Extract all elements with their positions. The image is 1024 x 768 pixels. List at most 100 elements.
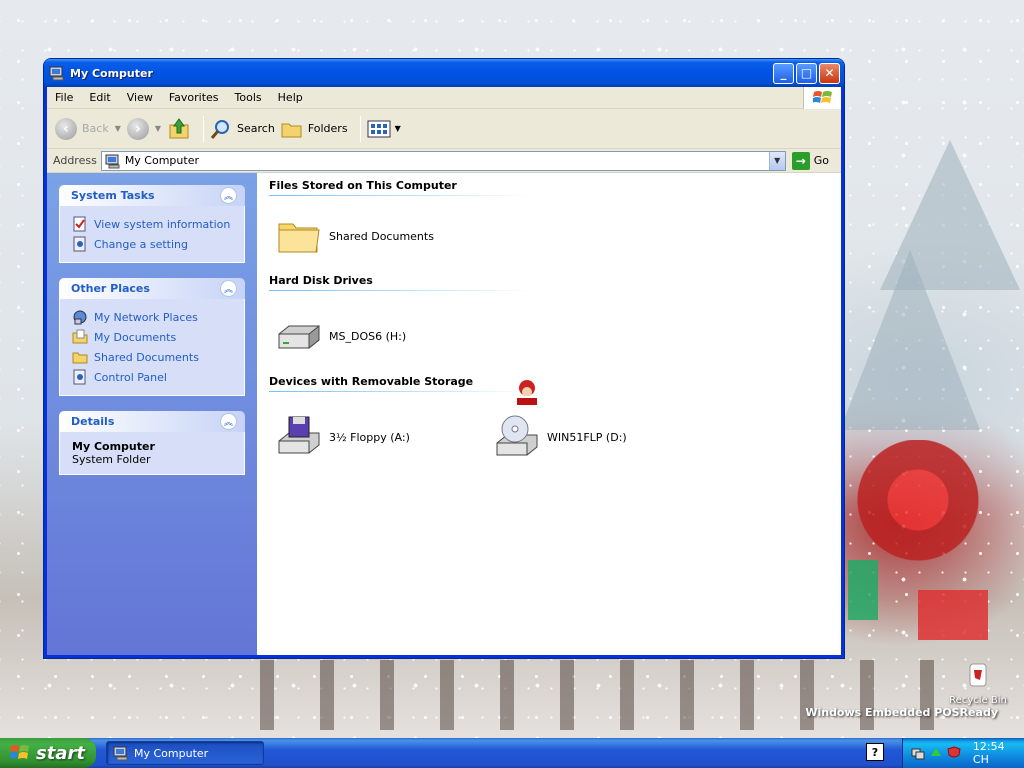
title-bar[interactable]: My Computer _ □ ✕ [44, 59, 844, 87]
address-value: My Computer [124, 154, 199, 167]
security-shield-icon[interactable] [947, 746, 961, 760]
clock[interactable]: 12:54 CH [973, 740, 1024, 766]
folders-icon [281, 123, 302, 137]
my-documents-icon [72, 329, 88, 344]
details-title: Details [71, 415, 115, 428]
wallpaper-santa [848, 440, 988, 640]
item-ms-dos6-drive[interactable]: MS_DOS6 (H:) [275, 312, 493, 360]
up-button[interactable] [167, 117, 191, 141]
menu-view[interactable]: View [119, 91, 161, 104]
address-field[interactable]: My Computer ▼ [100, 150, 786, 171]
folder-icon [72, 352, 88, 364]
maximize-button[interactable]: □ [796, 62, 817, 84]
back-button[interactable]: ‹ Back ▼ [55, 117, 121, 140]
task-label: View system information [94, 217, 231, 231]
group-items: Shared Documents [269, 204, 829, 268]
go-button[interactable]: → Go [791, 151, 829, 170]
my-computer-icon [105, 154, 120, 168]
other-places-body: My Network Places My Documents Shared Do… [59, 299, 245, 396]
item-win51flp-d[interactable]: WIN51FLP (D:) [493, 413, 711, 461]
other-places-panel: Other Places ︽ My Network Places My Docu… [59, 278, 245, 396]
search-label: Search [237, 122, 275, 135]
maximize-icon: □ [800, 66, 813, 80]
item-floppy-a[interactable]: 3½ Floppy (A:) [275, 413, 493, 461]
menu-favorites[interactable]: Favorites [161, 91, 227, 104]
forward-button[interactable]: › ▼ [126, 117, 161, 140]
details-item-type: System Folder [72, 453, 151, 466]
system-tasks-title: System Tasks [71, 189, 155, 202]
menu-tools[interactable]: Tools [227, 91, 270, 104]
control-panel-icon [73, 369, 86, 385]
task-pane: System Tasks ︽ View system information C… [47, 173, 257, 655]
search-icon [210, 119, 230, 139]
group-header-files-stored: Files Stored on This Computer [269, 179, 457, 192]
start-button[interactable]: start [0, 738, 96, 768]
group-divider [269, 290, 534, 291]
menu-edit[interactable]: Edit [81, 91, 118, 104]
search-button[interactable]: Search [210, 118, 275, 140]
go-arrow-icon: → [791, 151, 810, 170]
other-places-title: Other Places [71, 282, 150, 295]
details-header[interactable]: Details ︽ [59, 411, 245, 432]
wallpaper-sleigh [260, 660, 960, 730]
task-change-a-setting[interactable]: Change a setting [72, 234, 232, 254]
task-view-system-information[interactable]: View system information [72, 214, 232, 234]
system-tasks-header[interactable]: System Tasks ︽ [59, 185, 245, 206]
address-label: Address [53, 154, 97, 167]
place-my-documents[interactable]: My Documents [72, 327, 232, 347]
recycle-bin-icon [969, 663, 987, 687]
menu-file[interactable]: File [47, 91, 81, 104]
close-icon: ✕ [824, 66, 835, 80]
windows-logo-icon [803, 87, 841, 109]
place-shared-documents[interactable]: Shared Documents [72, 347, 232, 367]
back-dropdown-icon[interactable]: ▼ [115, 124, 121, 133]
forward-dropdown-icon[interactable]: ▼ [155, 124, 161, 133]
help-icon[interactable]: ? [866, 743, 884, 761]
network-places-icon [73, 310, 87, 325]
views-button[interactable]: ▼ [367, 119, 401, 139]
taskbar-item-my-computer[interactable]: My Computer [106, 741, 264, 765]
recycle-bin-label: Recycle Bin [949, 695, 1007, 706]
hard-disk-icon [278, 324, 320, 350]
collapse-chevron-icon[interactable]: ︽ [220, 187, 237, 204]
safely-remove-icon[interactable] [929, 746, 943, 760]
place-label: My Documents [94, 330, 177, 344]
back-label: Back [82, 122, 109, 135]
cd-drive-icon [496, 415, 538, 456]
network-icon[interactable] [911, 746, 925, 760]
go-label: Go [813, 154, 829, 167]
start-label: start [36, 742, 85, 764]
place-label: Control Panel [94, 370, 167, 384]
group-items: MS_DOS6 (H:) [269, 299, 829, 373]
floppy-drive-icon [278, 416, 320, 454]
system-tray: 12:54 CH [902, 738, 1024, 768]
close-button[interactable]: ✕ [819, 62, 840, 84]
collapse-chevron-icon[interactable]: ︽ [220, 280, 237, 297]
views-icon [367, 120, 391, 137]
folders-button[interactable]: Folders [281, 118, 348, 140]
group-items: 3½ Floppy (A:) WIN51FLP (D:) [269, 400, 829, 474]
my-computer-window: My Computer _ □ ✕ File Edit View Favorit… [44, 59, 844, 658]
minimize-button[interactable]: _ [773, 62, 794, 84]
folders-label: Folders [307, 122, 348, 135]
address-dropdown-icon[interactable]: ▼ [768, 151, 785, 170]
taskbar-item-label: My Computer [134, 746, 209, 760]
toolbar-separator [359, 115, 361, 142]
standard-toolbar: ‹ Back ▼ › ▼ Search Folders ▼ [47, 109, 841, 149]
system-info-icon [73, 216, 86, 232]
recycle-bin-shortcut[interactable]: Recycle Bin [946, 658, 1010, 706]
collapse-chevron-icon[interactable]: ︽ [220, 413, 237, 430]
window-title: My Computer [70, 66, 153, 80]
file-list-pane[interactable]: Files Stored on This Computer Shared Doc… [257, 173, 841, 655]
up-folder-icon [169, 117, 189, 138]
my-computer-icon [113, 746, 128, 761]
other-places-header[interactable]: Other Places ︽ [59, 278, 245, 299]
place-control-panel[interactable]: Control Panel [72, 367, 232, 387]
details-item-name: My Computer [72, 440, 155, 453]
menu-help[interactable]: Help [270, 91, 311, 104]
item-shared-documents[interactable]: Shared Documents [275, 212, 493, 260]
details-panel: Details ︽ My Computer System Folder [59, 411, 245, 475]
place-my-network-places[interactable]: My Network Places [72, 307, 232, 327]
group-divider [269, 195, 534, 196]
system-tasks-body: View system information Change a setting [59, 206, 245, 263]
